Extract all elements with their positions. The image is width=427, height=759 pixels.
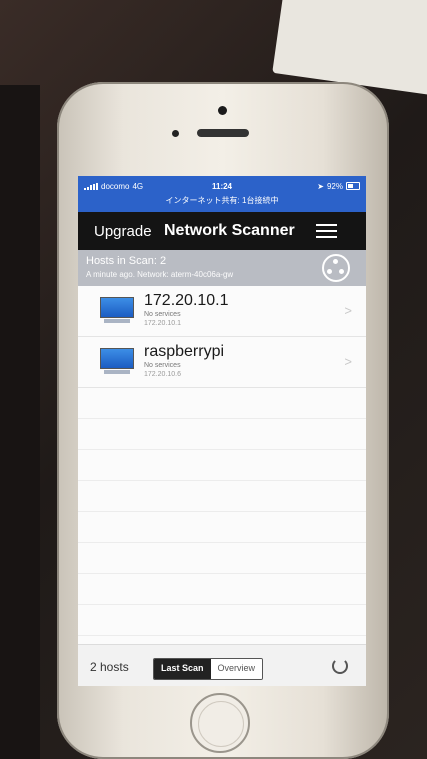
phone-screen: docomo 4G 11:24 ➤ 92% インターネット共有: 1台接続中 U… <box>78 176 366 686</box>
scan-summary-header: Hosts in Scan: 2 A minute ago. Network: … <box>78 250 366 286</box>
empty-row <box>78 388 366 419</box>
empty-row <box>78 481 366 512</box>
empty-row <box>78 543 366 574</box>
host-list: 172.20.10.1 No services 172.20.10.1 > ra… <box>78 286 366 636</box>
host-services: No services <box>144 311 181 318</box>
chevron-right-icon: > <box>344 303 352 318</box>
bottom-toolbar: 2 hosts Last Scan Overview <box>78 644 366 686</box>
background-panel <box>0 85 40 759</box>
hosts-in-scan-label: Hosts in Scan: 2 <box>86 255 167 267</box>
home-button[interactable] <box>190 693 250 753</box>
host-row[interactable]: raspberrypi No services 172.20.10.6 > <box>78 337 366 388</box>
view-segmented-control: Last Scan Overview <box>153 658 264 680</box>
hosts-count: 2 hosts <box>90 660 129 674</box>
page-title: Network Scanner <box>164 222 295 239</box>
host-row[interactable]: 172.20.10.1 No services 172.20.10.1 > <box>78 286 366 337</box>
tab-last-scan[interactable]: Last Scan <box>154 659 211 679</box>
battery-icon <box>346 182 360 190</box>
status-time: 11:24 <box>211 181 233 191</box>
chevron-right-icon: > <box>344 354 352 369</box>
empty-row <box>78 574 366 605</box>
home-button-ring <box>198 701 244 747</box>
network-hub-icon[interactable] <box>322 254 350 282</box>
tab-overview[interactable]: Overview <box>210 659 263 679</box>
front-camera <box>172 130 179 137</box>
empty-row <box>78 450 366 481</box>
earpiece-speaker <box>197 129 249 137</box>
empty-row <box>78 419 366 450</box>
status-bar: docomo 4G 11:24 ➤ 92% インターネット共有: 1台接続中 <box>78 176 366 212</box>
computer-icon <box>100 348 134 376</box>
hotspot-status[interactable]: インターネット共有: 1台接続中 <box>78 195 366 206</box>
host-ip: 172.20.10.6 <box>144 371 181 378</box>
hamburger-menu-icon[interactable] <box>316 224 337 238</box>
front-sensor <box>218 106 227 115</box>
refresh-icon[interactable] <box>332 658 348 674</box>
host-name: raspberrypi <box>144 343 225 360</box>
navigation-bar: Upgrade Network Scanner <box>78 212 366 250</box>
upgrade-button[interactable]: Upgrade <box>94 223 152 240</box>
empty-row <box>78 605 366 636</box>
host-ip: 172.20.10.1 <box>144 320 181 327</box>
host-services: No services <box>144 362 181 369</box>
scan-time-network: A minute ago. Network: aterm-40c06a-gw <box>86 270 234 279</box>
computer-icon <box>100 297 134 325</box>
empty-row <box>78 512 366 543</box>
host-name: 172.20.10.1 <box>144 292 229 309</box>
